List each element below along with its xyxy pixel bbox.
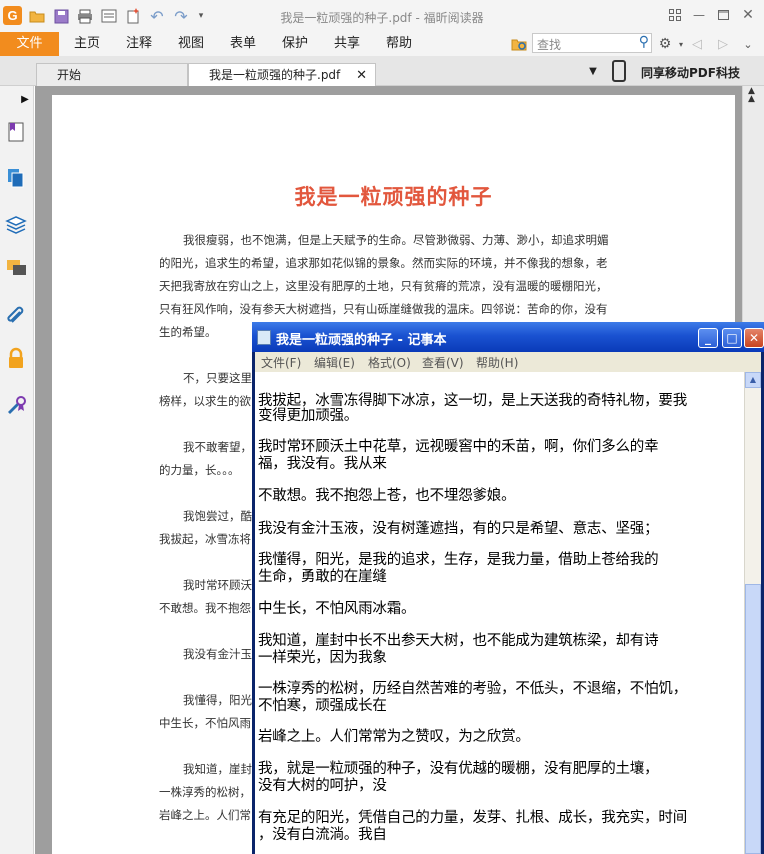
search-icon[interactable]: ⚲ <box>639 34 649 50</box>
notepad-line: 不敢想。我不抱怨上苍，也不埋怨爹娘。 <box>258 488 516 504</box>
notepad-line: 我没有金汁玉液，没有树蓬遮挡，有的只是希望、意志、坚强； <box>258 521 659 537</box>
notepad-line: 一样荣光，因为我象 <box>258 650 387 666</box>
notepad-scrollbar[interactable]: ▲ <box>744 372 761 854</box>
tab-document-label: 我是一粒顽强的种子.pdf <box>209 68 341 82</box>
menu-view[interactable]: 视图 <box>178 32 204 56</box>
tab-list-dropdown-icon[interactable]: ▼ <box>584 62 602 80</box>
notepad-line: ，没有白流淌。我自 <box>258 827 387 843</box>
layers-icon[interactable] <box>4 212 28 236</box>
tab-start[interactable]: 开始 <box>36 63 188 86</box>
notepad-line: 生命，勇敢的在崖缝 <box>258 569 387 585</box>
paragraph-line: 榜样，以求生的欲 <box>159 394 251 408</box>
notepad-line: 没有大树的呵护，没 <box>258 778 387 794</box>
expand-panel-icon[interactable]: ▶ <box>16 90 34 108</box>
file-menu-button[interactable]: 文件 <box>0 32 59 56</box>
paragraph-line: 我不敢奢望， <box>183 440 252 454</box>
minimize-icon[interactable]: — <box>690 6 708 24</box>
paragraph-line: 只有狂风作响，没有参天大树遮挡，只有山砾崖缝做我的温床。四邻说：苦命的你，没有 <box>159 302 608 316</box>
paragraph-line: 的力量，长。。。 <box>159 463 240 477</box>
menu-home[interactable]: 主页 <box>74 32 100 56</box>
notepad-menu-view[interactable]: 查看(V) <box>422 354 464 371</box>
paragraph-line: 的阳光，追求生的希望，追求那如花似锦的景象。然而实际的环境，并不像我的想象，老 <box>159 256 608 270</box>
notepad-text-area[interactable]: 我拔起，冰雪冻得脚下冰凉，这一切，是上天送我的奇特礼物，要我 变得更加顽强。 我… <box>255 372 744 854</box>
collapse-ribbon-icon[interactable]: ⌄ <box>739 35 757 53</box>
paragraph-line: 不，只要这里 <box>183 371 252 385</box>
notepad-scroll-thumb[interactable] <box>745 584 761 854</box>
comments-icon[interactable] <box>4 256 28 280</box>
window-title: 我是一粒顽强的种子.pdf - 福昕阅读器 <box>280 11 484 25</box>
paragraph-line: 我知道，崖封 <box>183 762 252 776</box>
search-placeholder: 查找 <box>537 38 562 52</box>
document-tab-bar: 开始 我是一粒顽强的种子.pdf ✕ ▼ 同享移动PDF科技 <box>0 56 764 86</box>
paragraph-line: 岩峰之上。人们常 <box>159 808 251 822</box>
notepad-title-bar[interactable]: 我是一粒顽强的种子 - 记事本 _ □ ✕ <box>252 322 764 352</box>
menu-comment[interactable]: 注释 <box>126 32 152 56</box>
notepad-menu-file[interactable]: 文件(F) <box>261 354 301 371</box>
paragraph-line: 不敢想。我不抱怨 <box>159 601 251 615</box>
tab-start-label: 开始 <box>57 68 82 82</box>
attachments-icon[interactable] <box>4 302 28 326</box>
notepad-menu-edit[interactable]: 编辑(E) <box>314 354 355 371</box>
tab-close-icon[interactable]: ✕ <box>356 65 367 87</box>
ribbon-menu: 文件 主页 注释 视图 表单 保护 共享 帮助 查找 ⚲ ⚙ ▾ ◁ ▷ ⌄ <box>0 32 764 56</box>
paragraph-line: 我时常环顾沃 <box>183 578 252 592</box>
layout-icon[interactable] <box>666 6 684 24</box>
previous-icon[interactable]: ◁ <box>688 35 706 53</box>
navigation-panel: ▶ <box>0 86 34 854</box>
notepad-menu-format[interactable]: 格式(O) <box>368 354 411 371</box>
notepad-scroll-up-icon[interactable]: ▲ <box>745 372 761 388</box>
notepad-line: 不怕寒，顽强成长在 <box>258 698 387 714</box>
notepad-line: 岩峰之上。人们常常为之赞叹，为之欣赏。 <box>258 729 530 745</box>
paragraph-line: 我没有金汁玉 <box>183 647 252 661</box>
phone-icon <box>612 60 626 82</box>
pages-icon[interactable] <box>4 166 28 190</box>
title-bar: G ↶ ↷ ▾ 我是一粒顽强的种子.pdf - 福昕阅读器 — ✕ <box>0 0 764 32</box>
menu-share[interactable]: 共享 <box>334 32 360 56</box>
menu-form[interactable]: 表单 <box>230 32 256 56</box>
notepad-line: 福，我没有。我从来 <box>258 456 387 472</box>
search-input[interactable]: 查找 ⚲ <box>532 33 652 53</box>
notepad-maximize-button[interactable]: □ <box>722 328 742 348</box>
menu-help[interactable]: 帮助 <box>386 32 412 56</box>
paragraph-line: 天把我寄放在穷山之上，这里没有肥厚的土地，只有贫瘠的荒凉，没有温暖的暖棚阳光， <box>159 279 608 293</box>
notepad-window[interactable]: 我是一粒顽强的种子 - 记事本 _ □ ✕ 文件(F) 编辑(E) 格式(O) … <box>252 322 764 854</box>
notepad-line: 变得更加顽强。 <box>258 408 359 424</box>
mobile-promo-label: 同享移动PDF科技 <box>641 66 740 80</box>
paragraph-line: 中生长，不怕风雨 <box>159 716 251 730</box>
find-folder-icon[interactable] <box>510 35 528 53</box>
notepad-menu-help[interactable]: 帮助(H) <box>476 354 518 371</box>
signature-icon[interactable] <box>4 392 28 416</box>
security-lock-icon[interactable] <box>4 346 28 370</box>
close-icon[interactable]: ✕ <box>739 6 757 24</box>
notepad-icon <box>257 330 271 345</box>
paragraph-line: 一株淳秀的松树， <box>159 785 251 799</box>
notepad-title: 我是一粒顽强的种子 - 记事本 <box>276 333 447 348</box>
notepad-minimize-button[interactable]: _ <box>698 328 718 348</box>
document-title: 我是一粒顽强的种子 <box>294 185 493 209</box>
menu-protect[interactable]: 保护 <box>282 32 308 56</box>
notepad-menu-bar: 文件(F) 编辑(E) 格式(O) 查看(V) 帮助(H) <box>255 352 761 372</box>
next-icon[interactable]: ▷ <box>714 35 732 53</box>
paragraph-line: 我拔起，冰雪冻将 <box>159 532 251 546</box>
paragraph-line: 我懂得，阳光 <box>183 693 252 707</box>
notepad-close-button[interactable]: ✕ <box>744 328 764 348</box>
paragraph-line: 生的希望。 <box>159 325 217 339</box>
paragraph-line: 我饱尝过，酷 <box>183 509 252 523</box>
tab-document[interactable]: 我是一粒顽强的种子.pdf ✕ <box>188 63 376 86</box>
maximize-icon[interactable] <box>714 6 732 24</box>
bookmark-icon[interactable] <box>4 120 28 144</box>
paragraph-line: 我很瘦弱，也不饱满，但是上天赋予的生命。尽管渺微弱、力薄、渺小，却追求明媚 <box>183 233 609 247</box>
scroll-up-icon[interactable]: ▲ <box>748 94 755 104</box>
notepad-line: 中生长，不怕风雨冰霜。 <box>258 601 416 617</box>
